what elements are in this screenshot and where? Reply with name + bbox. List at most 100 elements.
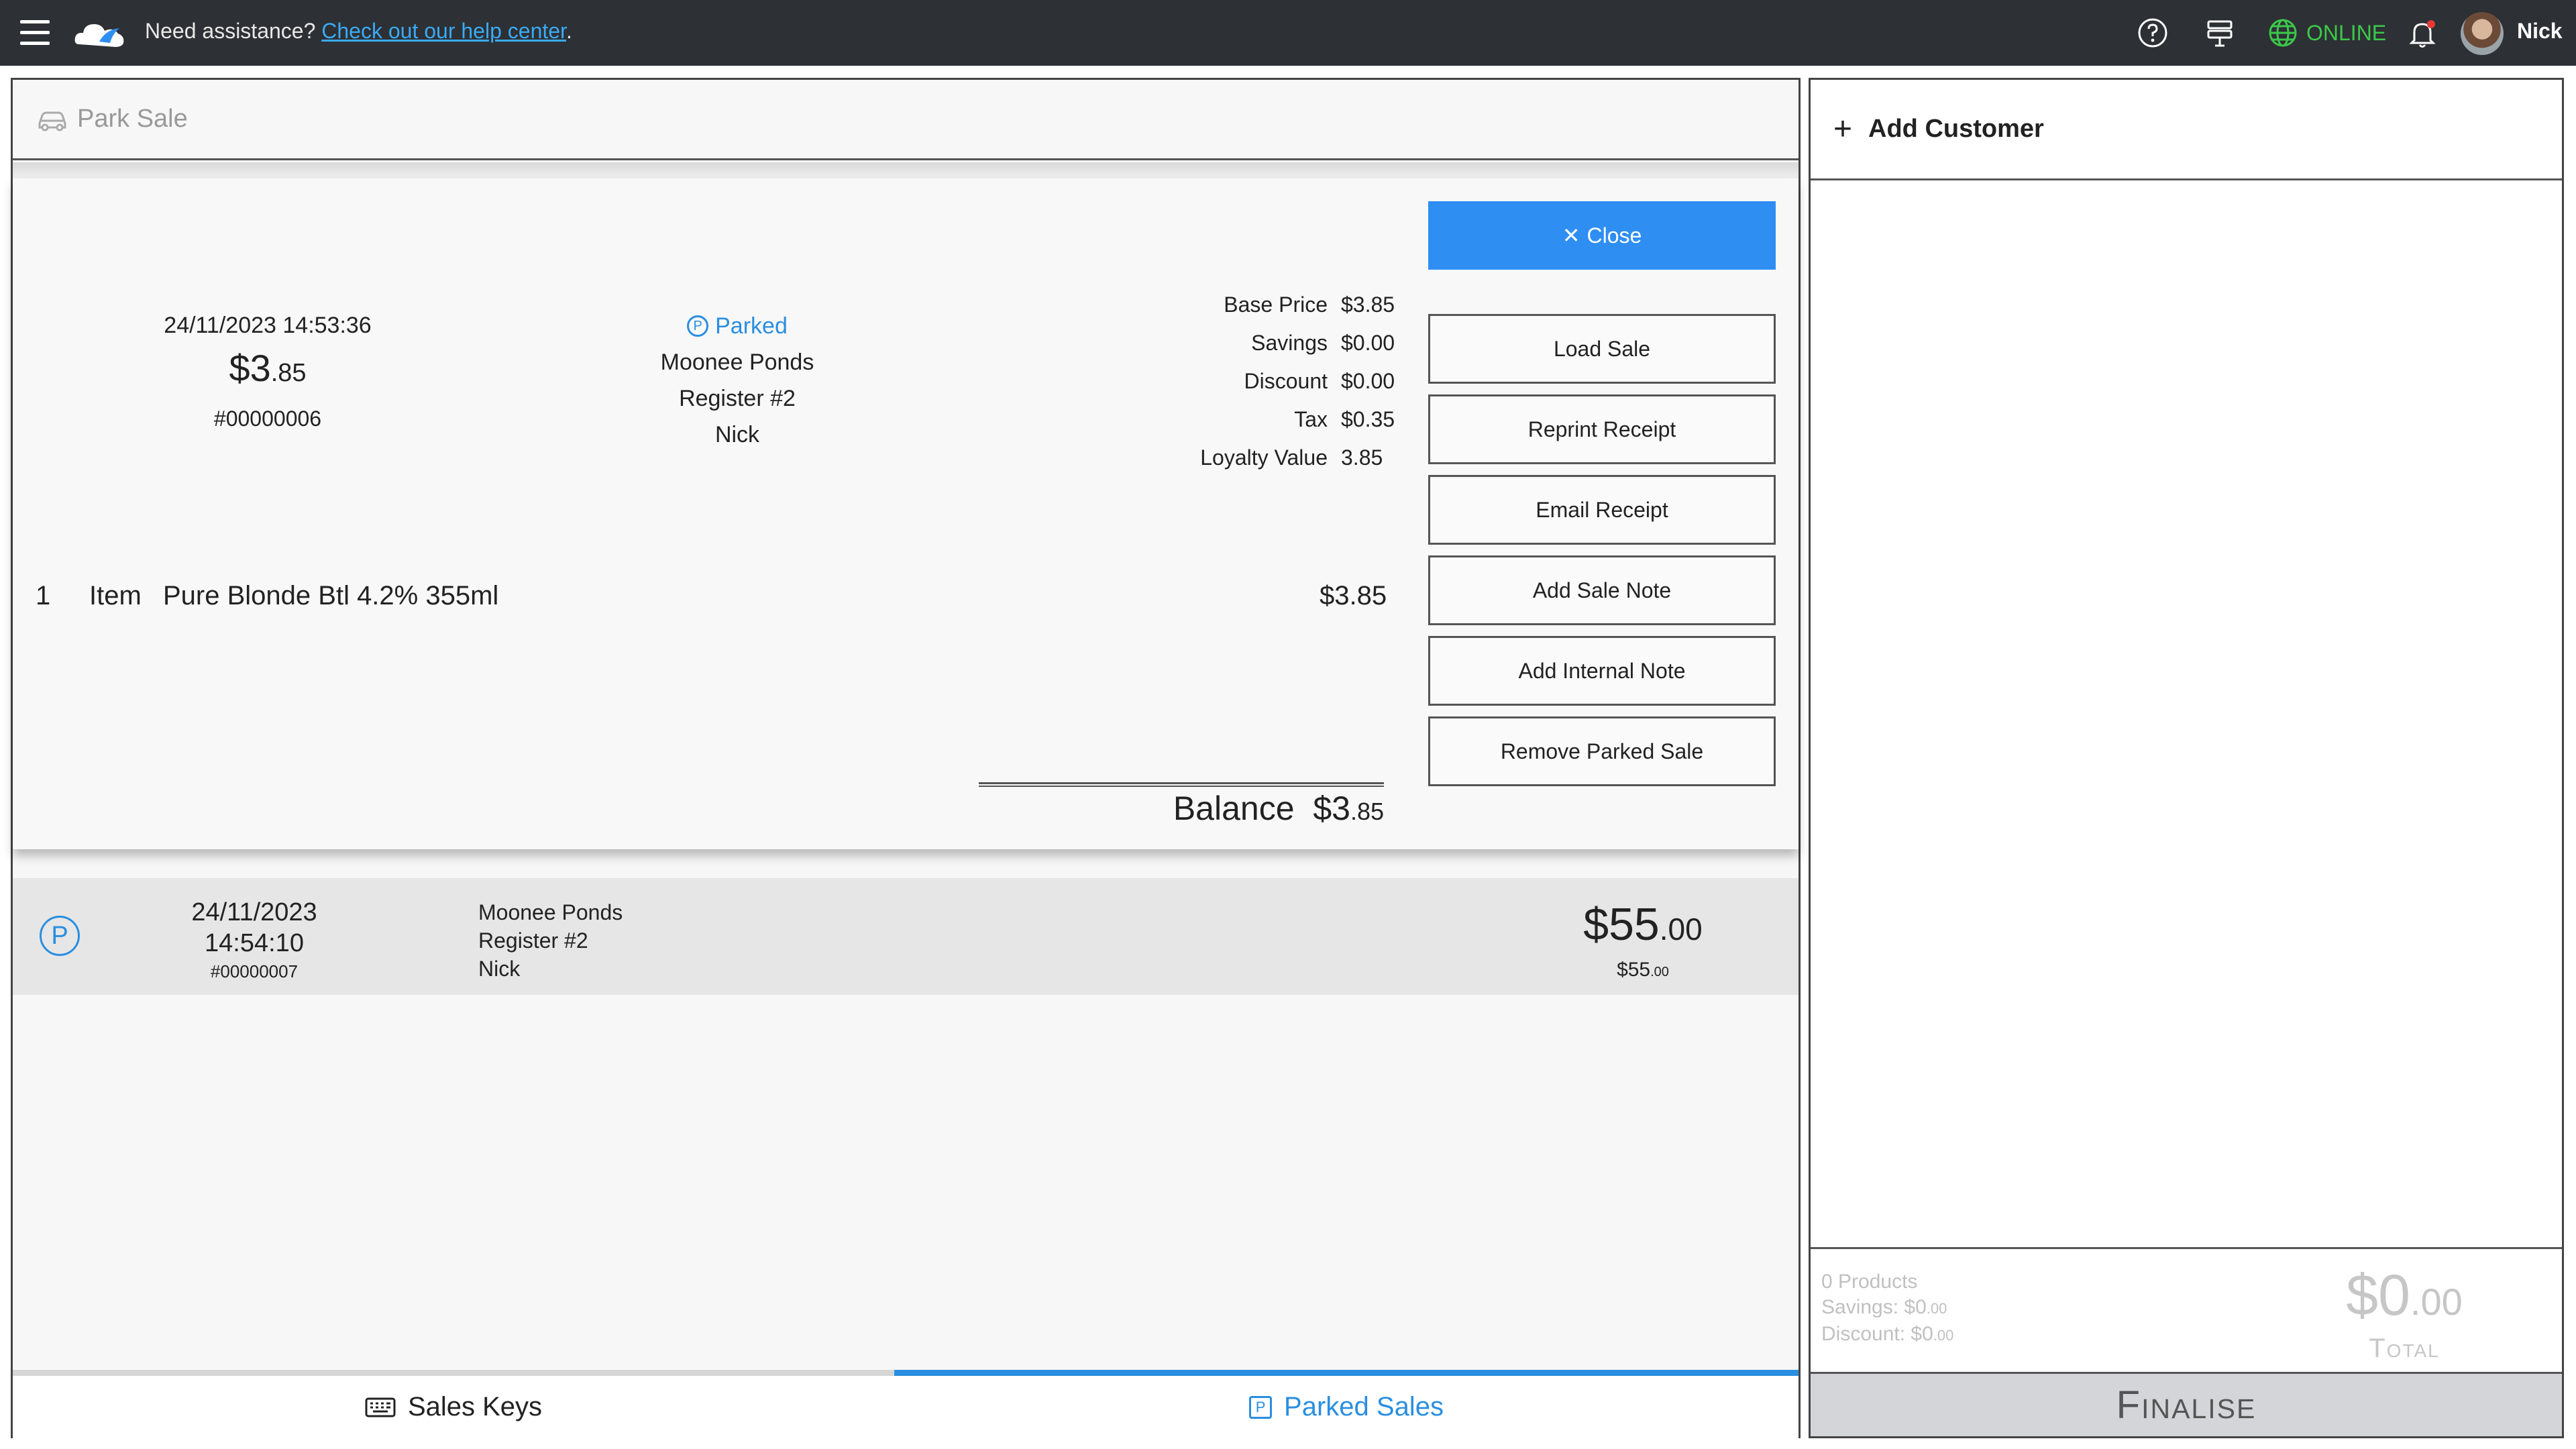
parked-sale-subtotal-main: $55 [1617,959,1651,981]
close-label: Close [1587,223,1642,248]
summary-row: Loyalty Value 3.85 [1113,439,1421,477]
globe-icon [2269,19,2297,47]
summary-value: 3.85 [1341,445,1383,470]
summary-row: Tax $0.35 [1113,400,1421,439]
summary-label: Loyalty Value [1200,445,1328,470]
reprint-receipt-button[interactable]: Reprint Receipt [1428,394,1776,464]
keyboard-icon [365,1397,396,1417]
line-item-price: $3.85 [1320,581,1387,610]
assistance-label: Need assistance? [145,19,316,43]
parked-sale-details: Moonee Ponds Register #2 Nick [478,898,623,983]
parked-sale-staff: Nick [478,957,521,981]
tab-sales-keys-label: Sales Keys [407,1392,543,1421]
sale-actions: ✕ Close Load Sale Reprint Receipt Email … [1428,201,1776,786]
cart-savings-cents: .00 [1926,1300,1947,1317]
sale-amount: $3.85 [120,346,415,390]
balance-main: $3 [1313,790,1350,827]
parked-sales-panel: Park Sale 24/11/2023 14:53:36 $3.85 #000… [11,78,1801,1438]
cart-panel: + Add Customer 0 Products Savings: $0.00… [1809,78,2564,1438]
email-receipt-button[interactable]: Email Receipt [1428,475,1776,545]
help-icon[interactable] [2136,16,2169,50]
sale-amount-cents: .85 [270,359,307,387]
parked-icon: P [687,315,709,337]
cart-total-cents: .00 [2410,1281,2463,1323]
tab-parked-sales-label: Parked Sales [1284,1392,1444,1421]
park-sale-bar[interactable]: Park Sale [13,80,1799,160]
list-top-shadow [13,162,1799,178]
cart-discount-main: Discount: $0 [1821,1323,1933,1345]
line-item-qty: 1 [36,581,51,610]
cart-total: $0.00 [2294,1263,2515,1329]
products-count: 0 Products [1821,1271,1918,1293]
parked-sale-register: Register #2 [478,928,588,953]
cart-discount-cents: .00 [1933,1327,1954,1344]
park-sale-label: Park Sale [77,105,188,133]
summary-label: Discount [1244,369,1328,393]
add-internal-note-button[interactable]: Add Internal Note [1428,636,1776,706]
cart-total-label: Total [2369,1334,2440,1363]
summary-row: Base Price $3.85 [1113,286,1421,324]
connection-status: ONLINE [2267,16,2386,50]
parked-sale-date: 24/11/2023 [191,898,317,926]
summary-value: $0.00 [1341,369,1395,393]
line-item-name: Pure Blonde Btl 4.2% 355ml [163,581,499,610]
parked-sale-total: $55.00 [1489,898,1797,951]
balance-label: Balance [1173,790,1295,827]
tab-sales-keys[interactable]: Sales Keys [13,1370,894,1438]
selected-parked-sale: 24/11/2023 14:53:36 $3.85 #00000006 P Pa… [13,178,1799,849]
summary-value: $3.85 [1341,292,1395,317]
sale-status-block: P Parked Moonee Ponds Register #2 Nick [603,305,871,453]
balance-divider [979,782,1384,787]
parked-sale-location: Moonee Ponds [478,900,623,924]
register-icon[interactable] [2203,16,2237,50]
parked-status: P Parked [687,308,788,344]
load-sale-button[interactable]: Load Sale [1428,314,1776,384]
user-name[interactable]: Nick [2517,19,2563,44]
parked-sale-total-main: $55 [1583,899,1660,950]
parked-sale-time: 14:54:10 [205,929,304,957]
top-bar: Need assistance? Check out our help cent… [0,0,2576,66]
summary-label: Base Price [1224,292,1328,317]
cart-total-main: $0 [2346,1263,2410,1328]
cart-savings-main: Savings: $0 [1821,1296,1927,1318]
bell-icon[interactable] [2406,16,2439,50]
add-customer-button[interactable]: + Add Customer [1811,80,2562,180]
close-button[interactable]: ✕ Close [1428,201,1776,270]
avatar[interactable] [2461,12,2504,55]
close-icon: ✕ [1562,223,1580,248]
balance-cents: .85 [1350,798,1384,825]
cart-info: 0 Products Savings: $0.00 Discount: $0.0… [1821,1269,1953,1348]
add-sale-note-button[interactable]: Add Sale Note [1428,555,1776,625]
plus-icon: + [1833,111,1853,147]
remove-parked-sale-button[interactable]: Remove Parked Sale [1428,716,1776,786]
parked-sale-row[interactable]: P 24/11/2023 14:54:10 #00000007 Moonee P… [13,878,1799,995]
summary-label: Tax [1294,407,1328,431]
finalise-button[interactable]: Finalise [1811,1372,2562,1436]
sale-summary: Base Price $3.85 Savings $0.00 Discount $0.… [1113,286,1421,477]
summary-row: Discount $0.00 [1113,362,1421,400]
parked-sale-datetime: 24/11/2023 14:54:10 [147,897,362,959]
summary-row: Savings $0.00 [1113,324,1421,362]
car-icon [38,111,66,131]
summary-value: $0.00 [1341,331,1395,355]
parked-sale-subtotal-cents: .00 [1650,965,1669,979]
sale-staff: Nick [714,422,760,447]
sale-amount-main: $3 [229,347,271,389]
parked-sale-subtotal: $55.00 [1489,959,1797,981]
tab-parked-sales[interactable]: P Parked Sales [894,1370,1799,1438]
sale-register: Register #2 [679,386,796,411]
sale-location: Moonee Ponds [660,350,814,375]
add-customer-label: Add Customer [1868,115,2044,143]
parked-sale-receipt-number: #00000007 [210,961,299,981]
cart-discount: Discount: $0.00 [1821,1322,1953,1348]
parked-icon: P [40,916,80,956]
cloud-logo [74,24,124,47]
parked-square-icon: P [1249,1395,1273,1419]
cart-totals: 0 Products Savings: $0.00 Discount: $0.0… [1811,1247,2562,1371]
line-item-type: Item [89,581,142,610]
menu-icon[interactable] [20,20,50,46]
summary-label: Savings [1251,331,1328,355]
help-center-link[interactable]: Check out our help center [321,19,566,43]
balance: Balance $3.85 [1019,789,1384,828]
assistance-text: Need assistance? Check out our help cent… [145,19,572,44]
